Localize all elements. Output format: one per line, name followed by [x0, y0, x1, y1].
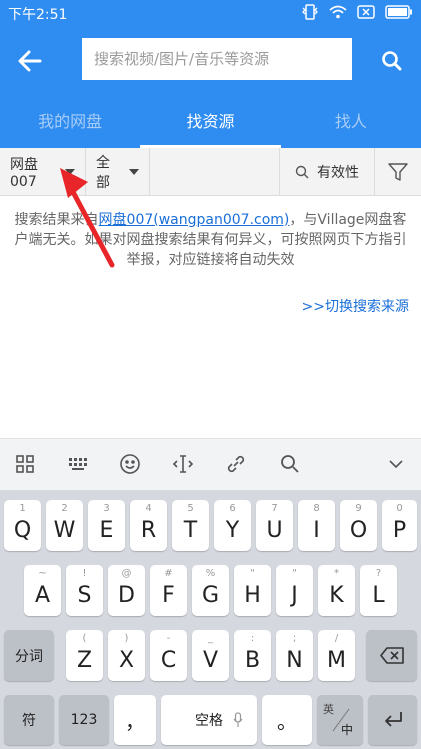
key-g[interactable]: % G [192, 565, 229, 616]
key-i[interactable]: 8I [298, 500, 335, 551]
key-m[interactable]: / M [318, 630, 355, 681]
search-icon [295, 165, 309, 179]
source-link[interactable]: 网盘007(wangpan007.com) [99, 212, 290, 228]
enter-key[interactable] [368, 695, 417, 745]
key-z[interactable]: (Z [66, 630, 103, 681]
space-key[interactable]: 空格 [161, 695, 257, 745]
app-bar [0, 26, 421, 96]
backspace-key[interactable] [366, 630, 417, 681]
key-n[interactable]: ; N [276, 630, 313, 681]
key-t[interactable]: 5T [172, 500, 209, 551]
sim-off-icon [357, 5, 375, 25]
language-switch-key[interactable]: 英 中 [317, 695, 363, 745]
key-u[interactable]: 7U [256, 500, 293, 551]
key-e[interactable]: 3E [88, 500, 125, 551]
filter-spacer [150, 148, 280, 195]
search-icon[interactable] [279, 453, 303, 477]
key-f[interactable]: # F [150, 565, 187, 616]
number-key[interactable]: 123 [59, 695, 109, 745]
tab-find-resources[interactable]: 找资源 [140, 96, 281, 148]
status-bar: 下午2:51 [0, 0, 421, 26]
back-arrow-icon[interactable] [14, 46, 46, 76]
dropdown-caret-icon [129, 168, 139, 175]
vibrate-icon [301, 4, 319, 26]
switch-source-link[interactable]: >>切换搜索来源 [302, 296, 409, 316]
validity-button[interactable]: 有效性 [280, 148, 375, 195]
key-c[interactable]: -C [150, 630, 187, 681]
key-y[interactable]: 6Y [214, 500, 251, 551]
wifi-icon [329, 5, 347, 25]
key-j[interactable]: " J [276, 565, 313, 616]
divider-slash-icon [332, 708, 350, 732]
backspace-icon [380, 647, 404, 664]
key-b[interactable]: :B [234, 630, 271, 681]
period-key[interactable]: 。 [262, 695, 312, 745]
key-r[interactable]: 4R [130, 500, 167, 551]
status-time: 下午2:51 [8, 7, 68, 23]
soft-keyboard: 1Q 2W 3E 4R 5T 6Y 7U 8I 9O 0P ~ A ! S @ D #… [0, 490, 421, 749]
filter-icon[interactable] [375, 148, 421, 195]
key-o[interactable]: 9O [340, 500, 377, 551]
red-arrow-annotation [52, 160, 122, 270]
key-a[interactable]: ~ A [24, 565, 61, 616]
collapse-keyboard-icon[interactable] [385, 453, 409, 477]
key-d[interactable]: @ D [108, 565, 145, 616]
enter-icon [385, 712, 402, 727]
key-p[interactable]: 0P [382, 500, 417, 551]
key-h[interactable]: " H [234, 565, 271, 616]
search-box[interactable] [82, 38, 352, 80]
battery-icon [385, 5, 413, 25]
search-icon[interactable] [377, 46, 407, 76]
cursor-move-icon[interactable] [171, 453, 195, 477]
key-w[interactable]: 2W [46, 500, 83, 551]
segment-key[interactable]: 分词 [4, 630, 54, 681]
tab-find-people[interactable]: 找人 [281, 96, 421, 148]
tab-bar: 我的网盘 找资源 找人 [0, 96, 421, 148]
keyboard-layout-icon[interactable] [67, 453, 91, 477]
key-v[interactable]: _ V [192, 630, 229, 681]
grid-menu-icon[interactable] [14, 453, 38, 477]
key-x[interactable]: ) X [108, 630, 145, 681]
emoji-icon[interactable] [119, 453, 143, 477]
keyboard-toolbar [0, 438, 421, 490]
link-icon[interactable] [225, 453, 249, 477]
key-l[interactable]: ? L [360, 565, 397, 616]
tab-my-netdisk[interactable]: 我的网盘 [0, 96, 140, 148]
search-input[interactable] [82, 38, 352, 80]
microphone-icon [233, 712, 243, 727]
key-s[interactable]: ! S [66, 565, 103, 616]
key-k[interactable]: * K [318, 565, 355, 616]
key-q[interactable]: 1Q [4, 500, 41, 551]
comma-key[interactable]: ， [114, 695, 156, 745]
validity-label: 有效性 [317, 164, 359, 181]
status-icons [301, 4, 413, 26]
symbol-key[interactable]: 符 [4, 695, 54, 745]
